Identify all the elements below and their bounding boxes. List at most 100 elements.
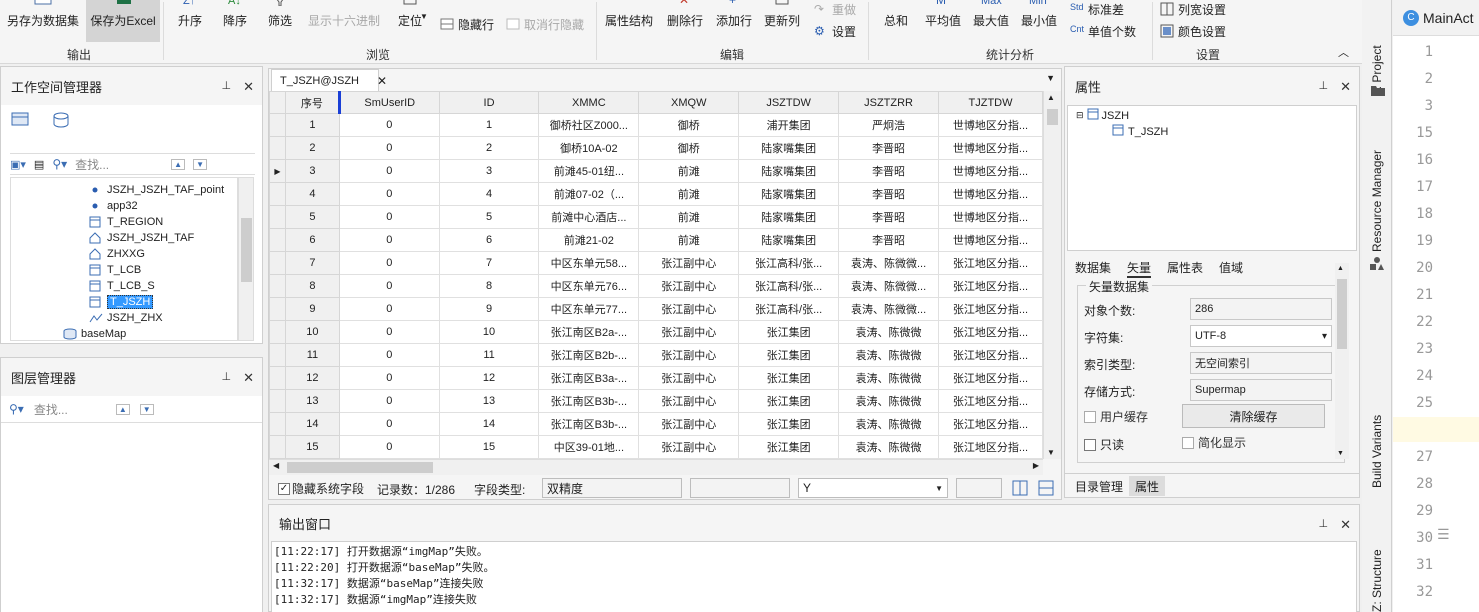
table-cell[interactable]: 0 [338,366,440,390]
table-cell[interactable]: 张江地区分指... [938,412,1043,436]
table-cell[interactable]: 世博地区分指... [938,182,1043,206]
row-number-cell[interactable]: 3 [284,159,340,183]
table-cell[interactable]: 张江南区B3b-... [538,389,640,413]
table-cell[interactable]: 张江地区分指... [938,251,1043,275]
table-cell[interactable]: 8 [438,274,540,298]
table-cell[interactable]: 袁涛、陈微微... [838,251,940,275]
unique-count-button[interactable]: Cnt 单值个数 [1070,22,1136,40]
hide-row-button[interactable]: 隐藏行 [440,15,494,33]
field-dropdown[interactable]: Y ▼ [798,478,948,498]
close-icon[interactable]: ✕ [243,370,254,386]
table-cell[interactable]: 14 [438,412,540,436]
table-cell[interactable]: 张江副中心 [638,320,740,344]
table-row[interactable]: 4 0 4 前滩07-02（... 前滩 陆家嘴集团 李晋昭 世博地区分指... [269,182,1043,206]
row-number-cell[interactable]: 10 [284,320,340,344]
tree-item[interactable]: app32 [89,198,138,214]
table-cell[interactable]: 0 [338,320,440,344]
column-header[interactable]: XMQW [638,91,740,114]
tree-item[interactable]: T_JSZH [89,294,154,310]
table-cell[interactable]: 张江集团 [738,435,840,459]
save-excel-button[interactable]: 保存为Excel [86,0,160,42]
column-header[interactable]: ID [438,91,540,114]
table-cell[interactable]: 中区39-01地... [538,435,640,459]
close-icon[interactable]: ✕ [1340,79,1351,95]
sum-button[interactable]: 总和 [878,0,914,42]
table-cell[interactable]: 前滩45-01纽... [538,159,640,183]
table-row[interactable]: 5 0 5 前滩中心酒店... 前滩 陆家嘴集团 李晋昭 世博地区分指... [269,205,1043,229]
table-cell[interactable]: 严炯浩 [838,113,940,137]
table-cell[interactable]: 张江副中心 [638,274,740,298]
column-header[interactable]: JSZTZRR [838,91,940,114]
filter-button[interactable]: 筛选 [260,0,300,42]
table-cell[interactable]: 张江地区分指... [938,343,1043,367]
table-cell[interactable]: 张江集团 [738,412,840,436]
std-dev-button[interactable]: Std 标准差 [1070,0,1124,18]
table-cell[interactable]: 张江南区B2b-... [538,343,640,367]
table-cell[interactable]: 0 [338,297,440,321]
table-cell[interactable]: 李晋昭 [838,159,940,183]
table-tab[interactable]: T_JSZH@JSZH ✕ [271,69,387,91]
table-cell[interactable]: 袁涛、陈微微 [838,412,940,436]
table-cell[interactable]: 张江集团 [738,389,840,413]
table-row[interactable]: 6 0 6 前滩21-02 前滩 陆家嘴集团 李晋昭 世博地区分指... [269,228,1043,252]
table-cell[interactable]: 15 [438,435,540,459]
workspace-view-icon[interactable] [11,111,31,132]
row-number-cell[interactable]: 6 [284,228,340,252]
column-header[interactable]: XMMC [538,91,640,114]
table-cell[interactable]: 张江南区B3b-... [538,412,640,436]
table-cell[interactable]: 袁涛、陈微微 [838,366,940,390]
table-cell[interactable]: 11 [438,343,540,367]
redo-button[interactable]: ↷ 重做 [814,0,856,18]
row-number-cell[interactable]: 4 [284,182,340,206]
row-marker[interactable] [269,251,286,275]
sort-desc-button[interactable]: A↓ 降序 [214,0,256,42]
table-cell[interactable]: 0 [338,274,440,298]
table-cell[interactable]: 张江地区分指... [938,297,1043,321]
table-cell[interactable]: 10 [438,320,540,344]
database-icon[interactable] [51,111,71,132]
table-row[interactable]: 10 0 10 张江南区B2a-... 张江副中心 张江集团 袁涛、陈微微 张江地区分指... [269,320,1043,344]
row-marker[interactable] [269,113,286,137]
table-row[interactable]: 15 0 15 中区39-01地... 张江副中心 张江集团 袁涛、陈微微 张江地区分指... [269,435,1043,459]
table-cell[interactable]: 1 [438,113,540,137]
locate-dropdown-arrow-icon[interactable]: ▼ [420,12,428,21]
table-cell[interactable]: 袁涛、陈微微... [838,297,940,321]
tree-node-root[interactable]: ⊟ JSZH [1076,108,1129,123]
table-cell[interactable]: 2 [438,136,540,160]
table-vertical-scrollbar[interactable]: ▲ ▼ [1043,91,1061,459]
properties-scrollbar[interactable]: ▲ ▼ [1335,263,1349,459]
table-cell[interactable]: 浦开集团 [738,113,840,137]
table-cell[interactable]: 3 [438,159,540,183]
row-number-cell[interactable]: 12 [284,366,340,390]
sort-asc-button[interactable]: Z↑ 升序 [170,0,210,42]
table-cell[interactable]: 5 [438,205,540,229]
color-settings-button[interactable]: 颜色设置 [1160,22,1226,40]
table-cell[interactable]: 张江地区分指... [938,320,1043,344]
table-cell[interactable]: 张江集团 [738,320,840,344]
table-cell[interactable]: 张江副中心 [638,297,740,321]
locate-button[interactable]: 定位 [392,0,428,42]
delete-row-button[interactable]: ✕ 删除行 [662,0,708,42]
table-cell[interactable]: 袁涛、陈微微 [838,435,940,459]
table-cell[interactable]: 0 [338,412,440,436]
properties-tab[interactable]: 数据集 [1075,259,1111,276]
table-cell[interactable]: 张江地区分指... [938,274,1043,298]
close-icon[interactable]: ✕ [1340,517,1351,533]
table-cell[interactable]: 张江副中心 [638,412,740,436]
row-number-cell[interactable]: 2 [284,136,340,160]
table-cell[interactable]: 0 [338,435,440,459]
table-cell[interactable]: 0 [338,205,440,229]
table-cell[interactable]: 陆家嘴集团 [738,159,840,183]
tree-item[interactable]: T_LCB [89,262,141,278]
row-marker[interactable] [269,412,286,436]
row-marker[interactable] [269,297,286,321]
table-cell[interactable]: 张江地区分指... [938,389,1043,413]
column-width-button[interactable]: 列宽设置 [1160,0,1226,18]
properties-bottom-tab[interactable]: 属性 [1129,476,1166,496]
add-row-button[interactable]: + 添加行 [712,0,756,42]
collapse-icon[interactable]: ⊟ [1076,110,1084,121]
pin-icon[interactable]: ⊥ [222,79,232,95]
row-number-cell[interactable]: 13 [284,389,340,413]
tree-item[interactable]: JSZH_ZHX [89,310,163,326]
row-marker[interactable] [269,366,286,390]
